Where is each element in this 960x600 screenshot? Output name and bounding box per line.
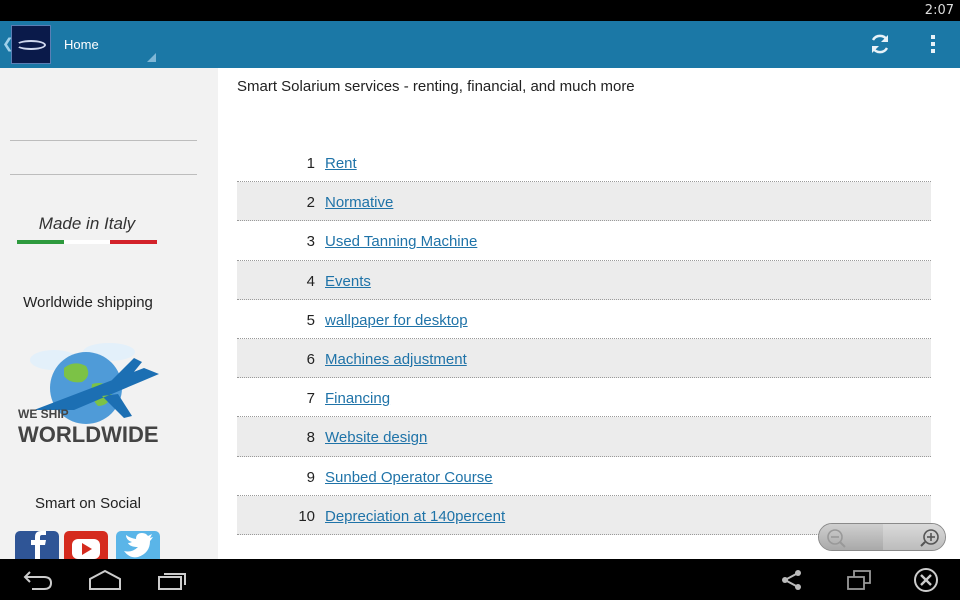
home-icon[interactable] [88,569,122,591]
page-title[interactable]: Home [64,37,99,52]
close-icon[interactable] [913,567,939,593]
action-bar: ❮ Home [0,21,960,68]
youtube-icon[interactable] [64,531,108,559]
share-icon[interactable] [780,569,804,591]
item-link-financing[interactable]: Financing [325,390,390,407]
list-item: 2 Normative [237,182,931,222]
services-list: 1 Rent 2 Normative 3 Used Tanning Machine 4… [237,143,931,535]
flag-green [17,240,64,244]
list-item: 7 Financing [237,378,931,418]
list-item: 8 Website design [237,417,931,457]
item-number: 6 [306,350,315,368]
item-link-events[interactable]: Events [325,273,371,290]
ship-badge-line2: WORLDWIDE [18,422,159,447]
sidebar-divider [10,174,197,175]
zoom-in-button[interactable] [883,524,945,550]
overflow-menu-icon[interactable] [925,33,941,57]
made-in-italy-label: Made in Italy [38,214,136,233]
zoom-out-icon [827,529,846,548]
sidebar: Made in Italy Worldwide shipping WE SHIP… [0,68,218,559]
list-item: 4 Events [237,260,931,300]
item-link-rent[interactable]: Rent [325,155,357,172]
list-item: 9 Sunbed Operator Course [237,457,931,496]
item-number: 9 [306,468,315,486]
sidebar-divider [10,140,197,141]
item-number: 1 [306,155,315,172]
item-number: 4 [306,272,315,290]
intro-text: Smart Solarium services - renting, finan… [237,78,635,95]
item-link-sunbed-operator-course[interactable]: Sunbed Operator Course [325,469,493,486]
list-item: 1 Rent [237,143,931,183]
item-link-machines-adjustment[interactable]: Machines adjustment [325,351,467,368]
social-label: Smart on Social [35,495,141,512]
item-link-normative[interactable]: Normative [325,194,393,211]
item-number: 5 [306,311,315,329]
item-link-used-tanning-machine[interactable]: Used Tanning Machine [325,233,477,250]
item-link-website-design[interactable]: Website design [325,429,427,446]
twitter-icon[interactable] [116,531,160,559]
ship-badge-line1: WE SHIP [18,407,69,421]
zoom-out-button[interactable] [819,524,883,550]
italian-flag-bar [17,240,158,244]
zoom-control [818,523,946,551]
navigation-bar [0,559,960,600]
window-icon[interactable] [846,569,872,591]
flag-red [110,240,158,244]
worldwide-shipping-graphic: WE SHIP WORLDWIDE [18,343,159,447]
list-item: 6 Machines adjustment [237,338,931,379]
item-link-depreciation[interactable]: Depreciation at 140percent [325,508,505,525]
item-number: 8 [306,429,315,447]
main-content: Smart Solarium services - renting, finan… [218,68,960,559]
item-number: 7 [306,390,315,408]
list-item: 5 wallpaper for desktop [237,300,931,339]
list-item: 3 Used Tanning Machine [237,221,931,261]
item-link-wallpaper[interactable]: wallpaper for desktop [325,312,468,329]
recent-apps-icon[interactable] [157,569,189,591]
status-bar: 2:07 [0,0,960,21]
facebook-icon[interactable] [15,531,59,559]
social-icons [15,531,165,559]
item-number: 2 [306,194,315,212]
dropdown-indicator-icon[interactable] [147,53,156,62]
smart-logo-icon[interactable] [11,25,51,64]
refresh-icon[interactable] [868,32,892,56]
shipping-label: Worldwide shipping [23,294,153,311]
zoom-in-icon [920,529,939,547]
item-number: 3 [306,233,315,251]
back-icon[interactable] [22,569,54,591]
item-number: 10 [298,507,315,525]
flag-white [63,240,111,244]
clock: 2:07 [924,3,954,18]
